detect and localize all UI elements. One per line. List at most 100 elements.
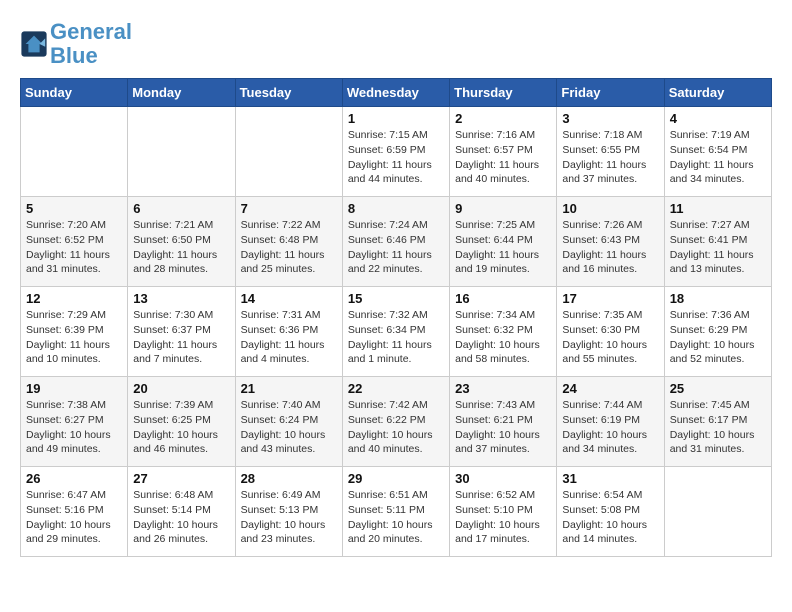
- day-of-week-header: Sunday: [21, 79, 128, 107]
- calendar-cell: 5Sunrise: 7:20 AM Sunset: 6:52 PM Daylig…: [21, 197, 128, 287]
- day-of-week-header: Wednesday: [342, 79, 449, 107]
- day-info: Sunrise: 7:27 AM Sunset: 6:41 PM Dayligh…: [670, 218, 766, 277]
- calendar-cell: 28Sunrise: 6:49 AM Sunset: 5:13 PM Dayli…: [235, 467, 342, 557]
- day-number: 15: [348, 291, 444, 306]
- day-info: Sunrise: 7:19 AM Sunset: 6:54 PM Dayligh…: [670, 128, 766, 187]
- calendar-cell: 13 Sunrise: 7:30 AM Sunset: 6:37 PM Dayli…: [128, 287, 235, 377]
- calendar-cell: 4Sunrise: 7:19 AM Sunset: 6:54 PM Daylig…: [664, 107, 771, 197]
- day-number: 6: [133, 201, 229, 216]
- calendar-cell: [21, 107, 128, 197]
- day-number: 14: [241, 291, 337, 306]
- calendar-cell: [664, 467, 771, 557]
- logo: GeneralBlue: [20, 20, 132, 68]
- day-number: 16: [455, 291, 551, 306]
- calendar-week-row: 26Sunrise: 6:47 AM Sunset: 5:16 PM Dayli…: [21, 467, 772, 557]
- day-info: Sunrise: 7:18 AM Sunset: 6:55 PM Dayligh…: [562, 128, 658, 187]
- calendar-header-row: SundayMondayTuesdayWednesdayThursdayFrid…: [21, 79, 772, 107]
- day-of-week-header: Monday: [128, 79, 235, 107]
- day-number: 12: [26, 291, 122, 306]
- calendar-cell: 10 Sunrise: 7:26 AM Sunset: 6:43 PM Dayli…: [557, 197, 664, 287]
- calendar-cell: 24 Sunrise: 7:44 AM Sunset: 6:19 PM Dayli…: [557, 377, 664, 467]
- calendar-week-row: 1 Sunrise: 7:15 AM Sunset: 6:59 PM Daylig…: [21, 107, 772, 197]
- day-info: Sunrise: 7:30 AM Sunset: 6:37 PM Dayligh…: [133, 308, 229, 367]
- calendar-cell: 30 Sunrise: 6:52 AM Sunset: 5:10 PM Dayli…: [450, 467, 557, 557]
- calendar-cell: 27 Sunrise: 6:48 AM Sunset: 5:14 PM Dayli…: [128, 467, 235, 557]
- page-header: GeneralBlue: [20, 20, 772, 68]
- day-info: Sunrise: 7:31 AM Sunset: 6:36 PM Dayligh…: [241, 308, 337, 367]
- day-info: Sunrise: 7:25 AM Sunset: 6:44 PM Dayligh…: [455, 218, 551, 277]
- day-info: Sunrise: 6:52 AM Sunset: 5:10 PM Dayligh…: [455, 488, 551, 547]
- day-info: Sunrise: 7:24 AM Sunset: 6:46 PM Dayligh…: [348, 218, 444, 277]
- day-number: 9: [455, 201, 551, 216]
- day-number: 18: [670, 291, 766, 306]
- calendar-week-row: 12 Sunrise: 7:29 AM Sunset: 6:39 PM Dayli…: [21, 287, 772, 377]
- day-info: Sunrise: 7:45 AM Sunset: 6:17 PM Dayligh…: [670, 398, 766, 457]
- day-info: Sunrise: 7:20 AM Sunset: 6:52 PM Dayligh…: [26, 218, 122, 277]
- calendar-cell: 7 Sunrise: 7:22 AM Sunset: 6:48 PM Daylig…: [235, 197, 342, 287]
- day-number: 24: [562, 381, 658, 396]
- calendar-cell: 20 Sunrise: 7:39 AM Sunset: 6:25 PM Dayli…: [128, 377, 235, 467]
- day-number: 3: [562, 111, 658, 126]
- day-number: 30: [455, 471, 551, 486]
- day-number: 21: [241, 381, 337, 396]
- calendar-cell: 12 Sunrise: 7:29 AM Sunset: 6:39 PM Dayli…: [21, 287, 128, 377]
- calendar-cell: 23 Sunrise: 7:43 AM Sunset: 6:21 PM Dayli…: [450, 377, 557, 467]
- day-number: 8: [348, 201, 444, 216]
- calendar-cell: 8 Sunrise: 7:24 AM Sunset: 6:46 PM Daylig…: [342, 197, 449, 287]
- calendar-cell: 3 Sunrise: 7:18 AM Sunset: 6:55 PM Daylig…: [557, 107, 664, 197]
- day-number: 31: [562, 471, 658, 486]
- day-info: Sunrise: 6:51 AM Sunset: 5:11 PM Dayligh…: [348, 488, 444, 547]
- calendar-week-row: 19 Sunrise: 7:38 AM Sunset: 6:27 PM Dayli…: [21, 377, 772, 467]
- day-number: 13: [133, 291, 229, 306]
- calendar-table: SundayMondayTuesdayWednesdayThursdayFrid…: [20, 78, 772, 557]
- calendar-cell: 21 Sunrise: 7:40 AM Sunset: 6:24 PM Dayli…: [235, 377, 342, 467]
- logo-text: GeneralBlue: [50, 20, 132, 68]
- day-number: 25: [670, 381, 766, 396]
- calendar-cell: 16 Sunrise: 7:34 AM Sunset: 6:32 PM Dayli…: [450, 287, 557, 377]
- day-info: Sunrise: 7:26 AM Sunset: 6:43 PM Dayligh…: [562, 218, 658, 277]
- day-info: Sunrise: 7:22 AM Sunset: 6:48 PM Dayligh…: [241, 218, 337, 277]
- day-info: Sunrise: 7:21 AM Sunset: 6:50 PM Dayligh…: [133, 218, 229, 277]
- day-info: Sunrise: 7:39 AM Sunset: 6:25 PM Dayligh…: [133, 398, 229, 457]
- day-of-week-header: Thursday: [450, 79, 557, 107]
- calendar-cell: [128, 107, 235, 197]
- day-info: Sunrise: 7:29 AM Sunset: 6:39 PM Dayligh…: [26, 308, 122, 367]
- day-info: Sunrise: 7:36 AM Sunset: 6:29 PM Dayligh…: [670, 308, 766, 367]
- calendar-cell: [235, 107, 342, 197]
- logo-icon: [20, 30, 48, 58]
- calendar-cell: 25 Sunrise: 7:45 AM Sunset: 6:17 PM Dayli…: [664, 377, 771, 467]
- day-number: 7: [241, 201, 337, 216]
- day-number: 11: [670, 201, 766, 216]
- day-info: Sunrise: 7:16 AM Sunset: 6:57 PM Dayligh…: [455, 128, 551, 187]
- day-number: 27: [133, 471, 229, 486]
- calendar-cell: 9 Sunrise: 7:25 AM Sunset: 6:44 PM Daylig…: [450, 197, 557, 287]
- calendar-cell: 29 Sunrise: 6:51 AM Sunset: 5:11 PM Dayli…: [342, 467, 449, 557]
- day-number: 29: [348, 471, 444, 486]
- day-number: 20: [133, 381, 229, 396]
- calendar-cell: 15Sunrise: 7:32 AM Sunset: 6:34 PM Dayli…: [342, 287, 449, 377]
- calendar-cell: 11 Sunrise: 7:27 AM Sunset: 6:41 PM Dayli…: [664, 197, 771, 287]
- calendar-cell: 22Sunrise: 7:42 AM Sunset: 6:22 PM Dayli…: [342, 377, 449, 467]
- calendar-cell: 26Sunrise: 6:47 AM Sunset: 5:16 PM Dayli…: [21, 467, 128, 557]
- calendar-cell: 18 Sunrise: 7:36 AM Sunset: 6:29 PM Dayli…: [664, 287, 771, 377]
- day-info: Sunrise: 7:34 AM Sunset: 6:32 PM Dayligh…: [455, 308, 551, 367]
- day-info: Sunrise: 7:15 AM Sunset: 6:59 PM Dayligh…: [348, 128, 444, 187]
- calendar-cell: 19 Sunrise: 7:38 AM Sunset: 6:27 PM Dayli…: [21, 377, 128, 467]
- day-number: 1: [348, 111, 444, 126]
- day-number: 26: [26, 471, 122, 486]
- day-number: 22: [348, 381, 444, 396]
- day-number: 19: [26, 381, 122, 396]
- day-info: Sunrise: 7:44 AM Sunset: 6:19 PM Dayligh…: [562, 398, 658, 457]
- day-info: Sunrise: 7:43 AM Sunset: 6:21 PM Dayligh…: [455, 398, 551, 457]
- day-info: Sunrise: 6:48 AM Sunset: 5:14 PM Dayligh…: [133, 488, 229, 547]
- calendar-cell: 31Sunrise: 6:54 AM Sunset: 5:08 PM Dayli…: [557, 467, 664, 557]
- calendar-cell: 14 Sunrise: 7:31 AM Sunset: 6:36 PM Dayli…: [235, 287, 342, 377]
- day-number: 28: [241, 471, 337, 486]
- day-info: Sunrise: 7:38 AM Sunset: 6:27 PM Dayligh…: [26, 398, 122, 457]
- calendar-cell: 17Sunrise: 7:35 AM Sunset: 6:30 PM Dayli…: [557, 287, 664, 377]
- day-info: Sunrise: 7:40 AM Sunset: 6:24 PM Dayligh…: [241, 398, 337, 457]
- day-number: 17: [562, 291, 658, 306]
- calendar-cell: 6 Sunrise: 7:21 AM Sunset: 6:50 PM Daylig…: [128, 197, 235, 287]
- day-number: 10: [562, 201, 658, 216]
- day-number: 23: [455, 381, 551, 396]
